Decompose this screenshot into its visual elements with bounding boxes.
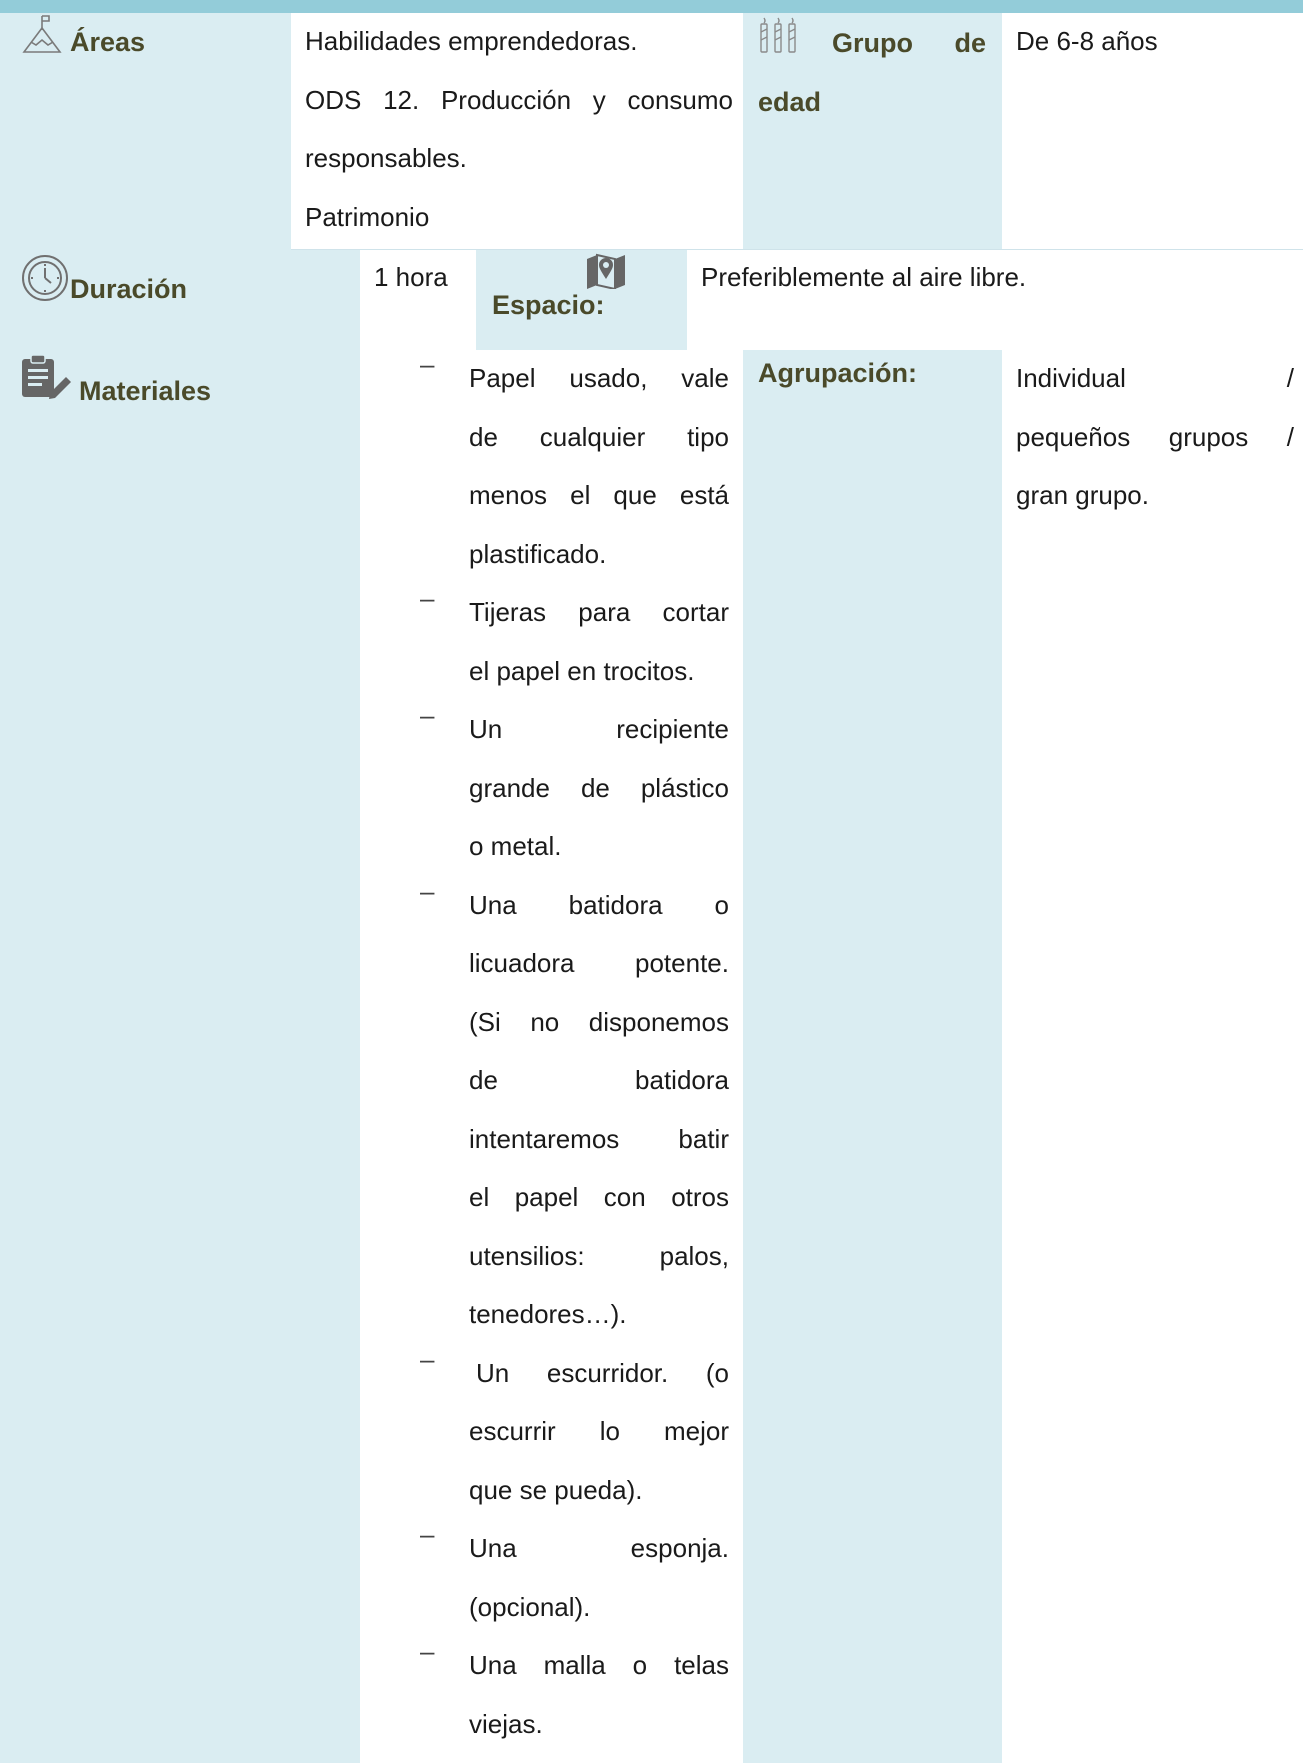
list-line: que se pueda). xyxy=(469,1474,643,1505)
age-label-word: edad xyxy=(758,86,822,117)
list-item: – Un escurridor. (o escurrir lo mejor qu… xyxy=(420,1344,729,1520)
list-dash: – xyxy=(420,1636,435,1666)
list-line: plastificado. xyxy=(469,538,607,569)
space-label: Espacio: xyxy=(492,290,605,320)
list-item: – Una esponja. (opcional). xyxy=(420,1519,729,1636)
list-item: – Una batidora o licuadora potente. (Si … xyxy=(420,876,729,1344)
materials-list: – Papel usado, vale de cualquier tipo me… xyxy=(420,349,729,1753)
list-line: Papel usado, vale xyxy=(469,363,729,393)
areas-label: Áreas xyxy=(70,27,146,57)
list-dash: – xyxy=(420,1519,435,1549)
list-item: – Un recipiente grande de plástico o met… xyxy=(420,700,729,876)
materials-label: Materiales xyxy=(79,376,212,406)
list-line: el papel en trocitos. xyxy=(469,655,695,686)
duration-value: 1 hora xyxy=(374,262,448,292)
mountain-flag-icon xyxy=(22,14,62,56)
list-line: grande de plástico xyxy=(469,772,729,803)
list-line: utensilios: palos, xyxy=(469,1240,729,1271)
age-label-word: Grupo xyxy=(832,28,913,58)
list-line: Una esponja. xyxy=(469,1533,729,1563)
grouping-label: Agrupación: xyxy=(758,358,917,388)
areas-line: ODS 12. Producción y consumo xyxy=(305,84,733,115)
grouping-value-cell: Individual / pequeños grupos / gran grup… xyxy=(1002,350,1303,1763)
areas-line: Habilidades emprendedoras. xyxy=(305,26,638,56)
space-value: Preferiblemente al aire libre. xyxy=(701,262,1027,292)
list-line: viejas. xyxy=(469,1708,543,1739)
duration-value-cell: 1 hora xyxy=(360,249,476,350)
list-dash: – xyxy=(420,700,435,730)
list-dash: – xyxy=(420,349,435,379)
list-dash: – xyxy=(420,1343,435,1374)
grouping-line: Individual / xyxy=(1016,363,1294,393)
areas-line: responsables. xyxy=(305,143,467,173)
materials-label-cell xyxy=(0,350,360,1763)
list-dash: – xyxy=(420,875,435,906)
list-line: menos el que está xyxy=(469,480,729,510)
list-line: tenedores…). xyxy=(469,1299,627,1329)
list-line: (opcional). xyxy=(469,1591,591,1622)
list-dash: – xyxy=(420,583,435,613)
list-line: o metal. xyxy=(469,831,562,861)
age-value-cell: De 6-8 años xyxy=(1002,13,1303,249)
row-divider xyxy=(291,249,1303,250)
list-line: Un recipiente xyxy=(469,714,729,744)
list-line: Una malla o telas xyxy=(469,1650,729,1680)
list-line: Un escurridor. (o xyxy=(476,1357,729,1388)
clock-icon xyxy=(20,253,70,303)
duration-label: Duración xyxy=(70,274,188,304)
age-value: De 6-8 años xyxy=(1016,26,1158,56)
list-line: intentaremos batir xyxy=(469,1123,729,1154)
list-line: escurrir lo mejor xyxy=(469,1416,729,1446)
grouping-label-cell: Agrupación: xyxy=(743,350,1002,1763)
age-label-word: de xyxy=(954,28,986,58)
list-line: el papel con otros xyxy=(469,1182,729,1212)
list-line: Una batidora o xyxy=(469,889,729,920)
list-line: licuadora potente. xyxy=(469,948,729,978)
list-item: – Una malla o telas viejas. xyxy=(420,1636,729,1753)
list-item: – Papel usado, vale de cualquier tipo me… xyxy=(420,349,729,583)
list-line: Tijeras para cortar xyxy=(469,597,729,627)
areas-line: Patrimonio xyxy=(305,201,430,232)
list-item: – Tijeras para cortar el papel en trocit… xyxy=(420,583,729,700)
grouping-line: gran grupo. xyxy=(1016,480,1149,510)
materials-list-cell: – Papel usado, vale de cualquier tipo me… xyxy=(360,349,743,1763)
clipboard-pencil-icon xyxy=(20,353,72,399)
space-value-cell: Preferiblemente al aire libre. xyxy=(687,249,1303,350)
list-line: de cualquier tipo xyxy=(469,421,729,452)
grouping-line: pequeños grupos / xyxy=(1016,421,1294,452)
map-pin-icon xyxy=(585,253,627,291)
list-line: (Si no disponemos xyxy=(469,1006,729,1037)
areas-value-cell: Habilidades emprendedoras. ODS 12. Produ… xyxy=(291,13,743,249)
list-line: de batidora xyxy=(469,1065,729,1095)
